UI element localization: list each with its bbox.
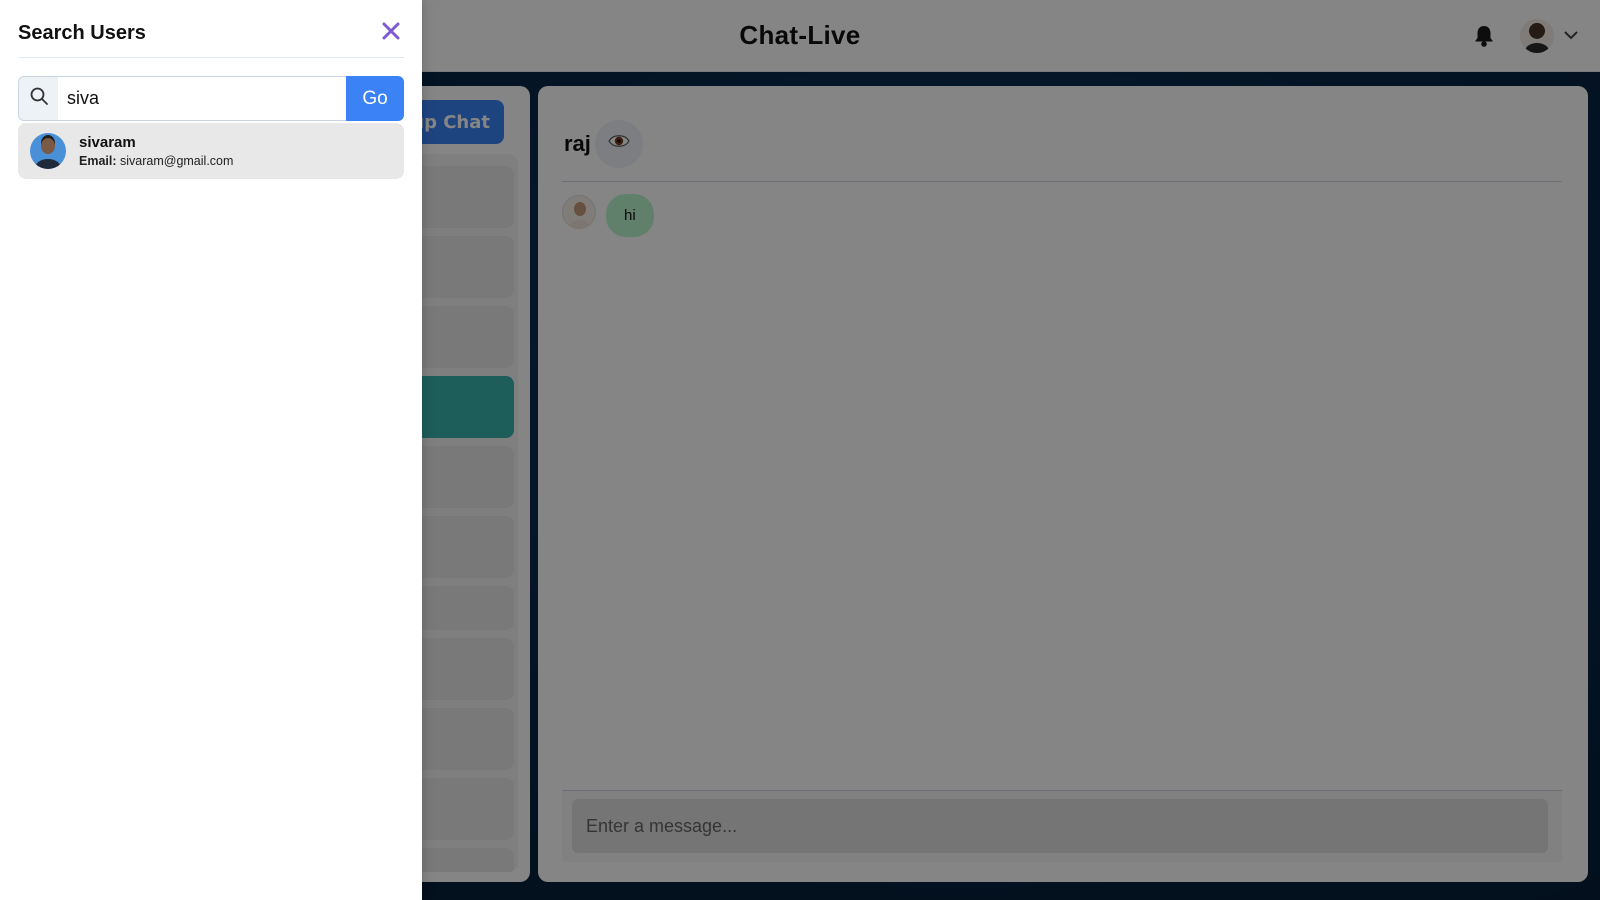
go-button[interactable]: Go <box>346 76 404 121</box>
user-result-name: sivaram <box>79 134 136 151</box>
avatar <box>30 133 66 169</box>
user-result-text: sivaram Email: sivaram@gmail.com <box>79 134 233 168</box>
user-result-email: Email: sivaram@gmail.com <box>79 154 233 168</box>
close-button[interactable] <box>378 21 404 47</box>
search-users-drawer: Search Users Go sivaram Email: sivaram <box>0 0 422 900</box>
email-value: sivaram@gmail.com <box>120 154 234 168</box>
search-input[interactable] <box>58 76 346 121</box>
drawer-title: Search Users <box>18 22 146 44</box>
drawer-header: Search Users <box>18 0 404 58</box>
user-result-item[interactable]: sivaram Email: sivaram@gmail.com <box>18 123 404 179</box>
email-label: Email: <box>79 154 117 168</box>
search-icon <box>29 86 49 111</box>
close-icon <box>381 21 401 46</box>
search-icon-box <box>18 76 58 121</box>
search-bar: Go <box>18 76 404 121</box>
